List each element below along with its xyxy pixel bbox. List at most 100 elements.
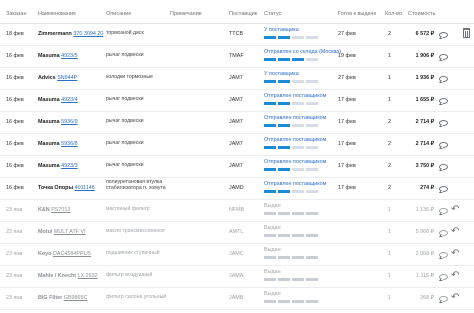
part-number-link[interactable]: PS7013 [51,207,70,213]
status-text[interactable]: Отправлен поставщиком [264,93,326,99]
status-text[interactable]: Отправлен поставщиком [264,181,326,187]
table-row[interactable]: 23 янв Motul MULT ATF VI масло трансмиссио… [0,222,474,244]
progress-segment [278,190,290,194]
part-number-link[interactable]: 4923/5 [61,53,78,59]
status-text[interactable]: Выдан [264,291,281,297]
quantity: 2 [388,31,391,37]
table-row[interactable]: 16 фев Masuma 4923/4 рычаг подвески JAM7 Отп… [0,90,474,112]
progress-segment [292,212,304,216]
progress-segment [292,36,304,40]
table-row[interactable]: 23 янв Mahle / Knecht LX 2632 фильтр возду… [0,266,474,288]
status-text[interactable]: Отправлен со склада (Москва) [264,49,341,55]
part-number-link[interactable]: 5936/8 [61,141,78,147]
col-description: Описание [106,11,132,17]
progress-segment [264,234,276,238]
status-progress [264,124,326,128]
part-number-link[interactable]: 370 3094 20 [73,31,103,37]
table-row[interactable]: 16 фев Advics SN944P колодки тормозные JAM7… [0,68,474,90]
table-row[interactable]: 23 янв Koyo DAC4584PPL/5 подшипник ступичн… [0,244,474,266]
table-row[interactable]: 18 фев Zimmermann 370 3094 20 тормозной ди… [0,24,474,46]
order-status: Выдан [264,203,318,216]
table-row[interactable]: 23 янв BIG Filter GB9865C фильтр салона уг… [0,288,474,310]
ready-date: 17 фев [338,97,356,103]
progress-segment [278,146,290,150]
part-number-link[interactable]: MULT ATF VI [54,229,86,235]
return-icon[interactable]: ↶ [451,204,459,215]
part-number-link[interactable]: SN944P [57,75,77,81]
table-row[interactable]: 16 фев Masuma 4923/5 рычаг подвески TMAF Отп… [0,46,474,68]
table-row[interactable]: 16 фев Masuma 4923/3 рычаг подвески JAM7 Отп… [0,156,474,178]
part-number-link[interactable]: DAC4584PPL/5 [53,251,91,257]
trash-icon[interactable] [463,28,470,38]
part-brand: Motul [38,229,53,235]
table-row[interactable]: 23 янв K&N PS7013 масляный фильтр NFMB Выдан… [0,200,474,222]
status-text[interactable]: Выдан [264,225,281,231]
quantity: 2 [388,163,391,169]
chat-icon[interactable] [439,164,448,170]
status-progress [264,256,318,260]
progress-segment [264,102,276,106]
order-status: Отправлен поставщиком [264,137,326,150]
chat-icon[interactable] [439,76,448,82]
part-name: Motul MULT ATF VI [38,229,86,235]
chat-icon[interactable] [439,296,448,302]
status-text[interactable]: У поставщика [264,27,299,33]
part-number-link[interactable]: LX 2632 [78,273,98,279]
chat-icon[interactable] [439,208,448,214]
status-text[interactable]: Отправлен поставщиком [264,115,326,121]
return-icon[interactable]: ↶ [451,226,459,237]
part-number-link[interactable]: 4923/3 [61,163,78,169]
order-date: 16 фев [6,185,24,191]
order-status: У поставщика [264,71,318,84]
part-name: Masuma 5936/8 [38,141,78,147]
part-description: масло трансмиссионное [106,228,165,234]
status-text[interactable]: У поставщика [264,71,299,77]
progress-segment [292,168,304,172]
return-icon[interactable]: ↶ [451,270,459,281]
status-text[interactable]: Выдан [264,269,281,275]
part-number-link[interactable]: 5936/9 [61,119,78,125]
order-date: 23 янв [6,273,23,279]
table-row[interactable]: 16 фев Точка Опоры 4011146 полиуретановая … [0,178,474,200]
status-text[interactable]: Отправлен поставщиком [264,159,326,165]
cost: 5 966 ₽ [415,229,434,235]
chat-icon[interactable] [439,32,448,38]
ready-date: 17 фев [338,185,356,191]
part-name: BIG Filter GB9865C [38,295,87,301]
progress-segment [306,300,318,304]
status-text[interactable]: Отправлен поставщиком [264,137,326,143]
col-note: Примечание [170,11,202,17]
supplier-code: TTCB [229,31,244,37]
table-row[interactable]: 16 фев Masuma 5936/9 рычаг подвески JAM7 Отп… [0,112,474,134]
col-supplier: Поставщик [229,11,258,17]
status-text[interactable]: Выдан [264,247,281,253]
chat-icon[interactable] [439,98,448,104]
return-icon[interactable]: ↶ [451,292,459,303]
quantity: 2 [388,185,391,191]
status-text[interactable]: Выдан [264,203,281,209]
ready-date: 27 фев [338,75,356,81]
order-date: 16 фев [6,75,24,81]
part-description: масляный фильтр [106,206,150,212]
status-progress [264,80,318,84]
part-brand: Masuma [38,163,60,169]
chat-icon[interactable] [439,252,448,258]
part-number-link[interactable]: 4011146 [75,185,95,191]
chat-icon[interactable] [439,230,448,236]
chat-icon[interactable] [439,186,448,192]
order-status: Отправлен поставщиком [264,93,326,106]
chat-icon[interactable] [439,120,448,126]
ready-date: 17 фев [338,163,356,169]
chat-icon[interactable] [439,274,448,280]
part-brand: Mahle / Knecht [38,273,77,279]
order-date: 23 янв [6,251,23,257]
order-date: 18 фев [6,31,24,37]
return-icon[interactable]: ↶ [451,248,459,259]
part-number-link[interactable]: 4923/4 [61,97,78,103]
progress-segment [278,58,290,62]
table-row[interactable]: 16 фев Masuma 5936/8 рычаг подвески JAM7 Отп… [0,134,474,156]
quantity: 1 [388,273,391,279]
chat-icon[interactable] [439,142,448,148]
part-number-link[interactable]: GB9865C [64,295,88,301]
chat-icon[interactable] [439,54,448,60]
